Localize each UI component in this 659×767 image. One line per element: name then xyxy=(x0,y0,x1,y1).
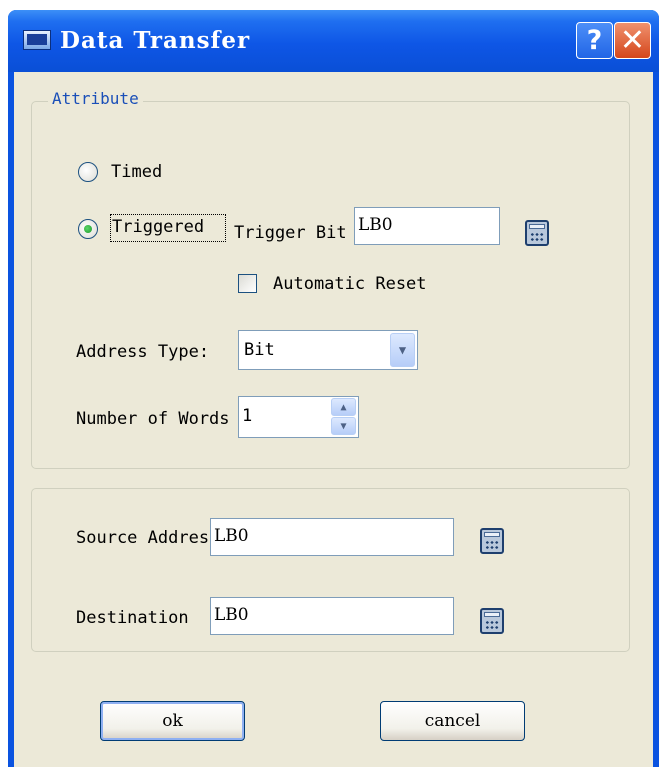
number-of-words-stepper[interactable]: 1 ▲ ▼ xyxy=(238,396,359,438)
automatic-reset-checkbox[interactable] xyxy=(238,274,257,293)
address-type-value: Bit xyxy=(244,340,275,360)
triggered-radio[interactable] xyxy=(78,219,98,239)
close-button[interactable]: ✕ xyxy=(614,22,651,59)
calculator-icon[interactable] xyxy=(525,220,549,246)
help-button[interactable]: ? xyxy=(576,22,613,59)
title-bar[interactable]: Data Transfer ? ✕ xyxy=(8,10,659,72)
trigger-bit-input[interactable]: LB0 xyxy=(354,207,500,245)
attribute-group-title: Attribute xyxy=(48,89,143,108)
trigger-bit-label: Trigger Bit xyxy=(234,223,347,243)
source-address-input[interactable]: LB0 xyxy=(210,518,454,556)
window-title: Data Transfer xyxy=(60,27,251,54)
data-transfer-dialog: Data Transfer ? ✕ Attribute Timed Trigge… xyxy=(8,10,659,767)
chevron-down-icon[interactable]: ▼ xyxy=(390,333,415,367)
dialog-body: Attribute Timed Triggered Trigger Bit LB… xyxy=(14,72,653,767)
cancel-button[interactable]: cancel xyxy=(380,701,525,741)
calculator-icon[interactable] xyxy=(480,528,504,554)
arrow-down-icon[interactable]: ▼ xyxy=(331,417,356,435)
arrow-up-icon[interactable]: ▲ xyxy=(331,398,356,416)
address-type-select[interactable]: Bit ▼ xyxy=(238,330,418,370)
number-of-words-label: Number of Words xyxy=(76,409,230,429)
timed-label[interactable]: Timed xyxy=(111,162,162,182)
automatic-reset-label[interactable]: Automatic Reset xyxy=(273,274,427,294)
triggered-label[interactable]: Triggered xyxy=(112,217,222,237)
window-app-icon xyxy=(23,30,51,50)
ok-button[interactable]: ok xyxy=(100,701,245,741)
destination-label: Destination xyxy=(76,608,189,628)
address-type-label: Address Type: xyxy=(76,342,210,362)
number-of-words-value: 1 xyxy=(242,406,253,426)
timed-radio[interactable] xyxy=(78,162,98,182)
source-address-label: Source Address xyxy=(76,528,210,548)
destination-input[interactable]: LB0 xyxy=(210,597,454,635)
calculator-icon[interactable] xyxy=(480,608,504,634)
